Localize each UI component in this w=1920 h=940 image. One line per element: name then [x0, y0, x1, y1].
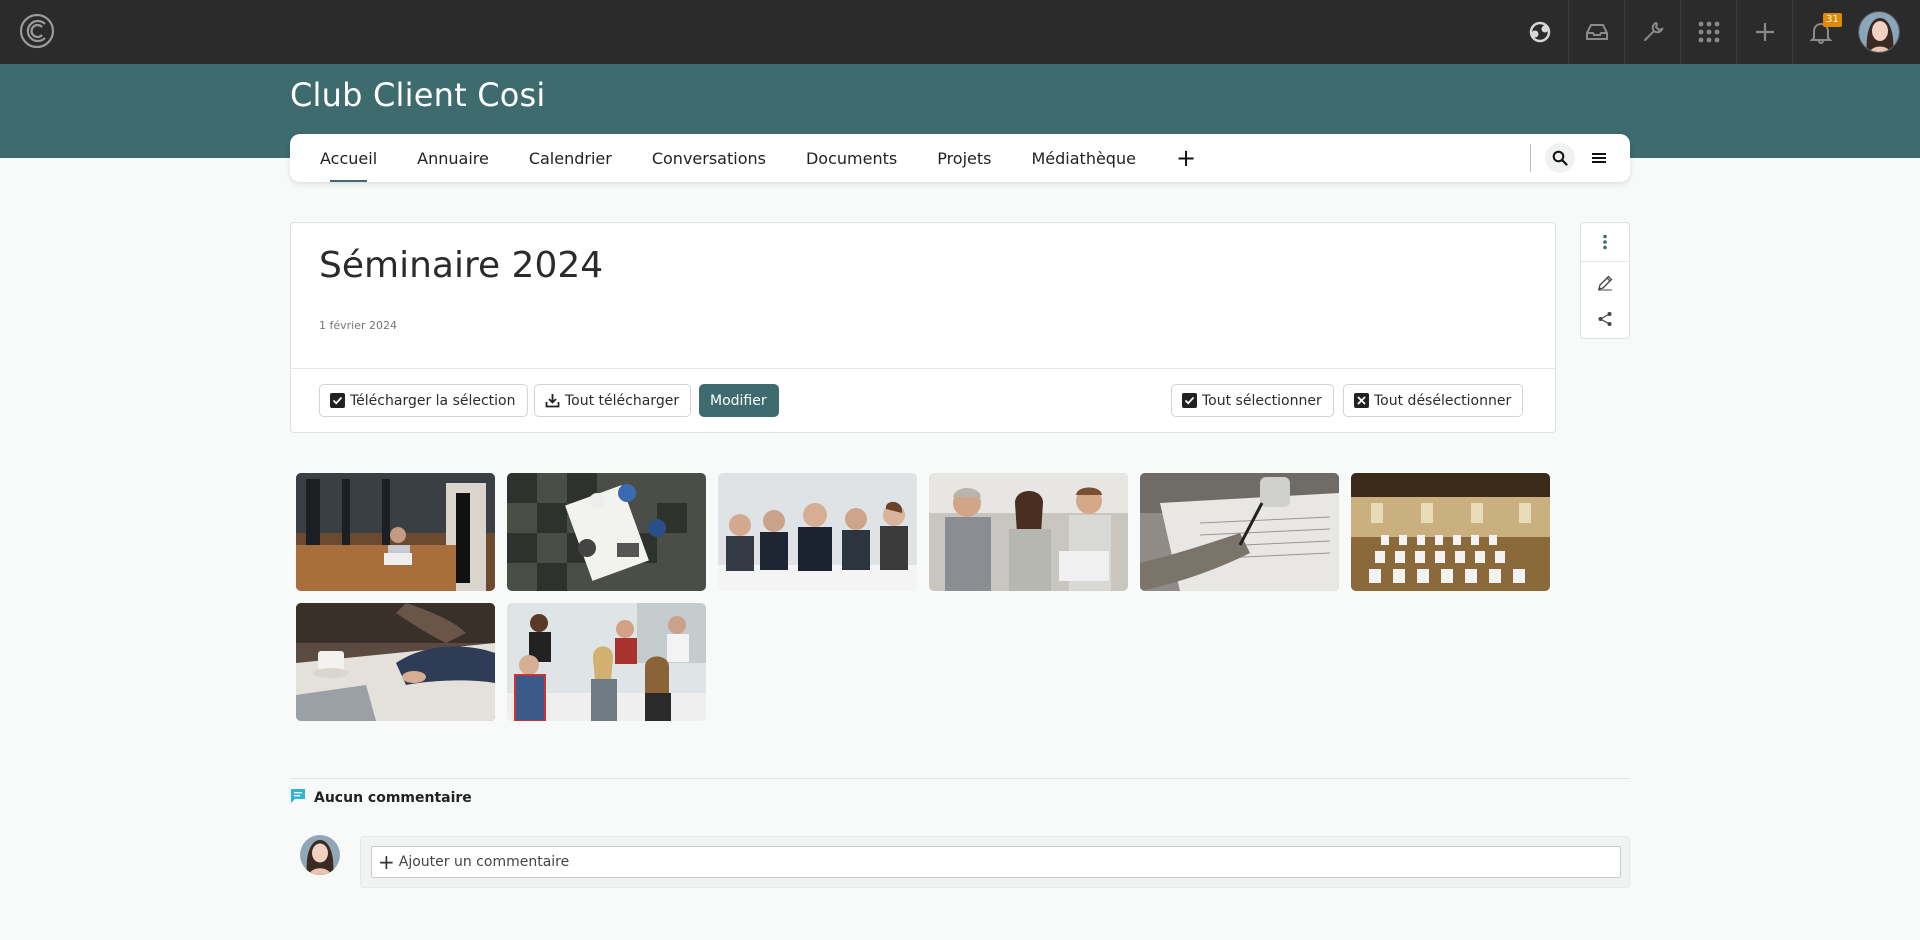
tab-documents[interactable]: Documents	[806, 134, 897, 182]
download-icon	[545, 393, 560, 408]
comments-header: Aucun commentaire	[290, 788, 472, 808]
woman-at-laptop-library-photo	[296, 473, 495, 591]
select-all-button[interactable]: Tout sélectionner	[1171, 384, 1334, 417]
comments-count-label: Aucun commentaire	[314, 790, 472, 806]
checkbox-checked-icon	[330, 393, 345, 408]
photo-thumbnail[interactable]	[1140, 473, 1339, 591]
photo-thumbnail[interactable]	[507, 603, 706, 721]
add-comment-input[interactable]: + Ajouter un commentaire	[371, 846, 1621, 878]
plus-icon: +	[378, 850, 395, 874]
conference-room-chairs-photo	[1351, 473, 1550, 591]
hands-laptop-coffee-photo	[296, 603, 495, 721]
more-options-icon[interactable]	[1581, 224, 1629, 260]
tab-accueil[interactable]: Accueil	[320, 134, 377, 182]
comment-bubble-icon	[290, 788, 306, 808]
casual-team-meeting-photo	[507, 603, 706, 721]
actions-divider	[1581, 261, 1629, 262]
tab-calendrier[interactable]: Calendrier	[529, 134, 612, 182]
overhead-meeting-table-photo	[507, 473, 706, 591]
comment-composer: + Ajouter un commentaire	[360, 836, 1630, 888]
photo-thumbnail[interactable]	[507, 473, 706, 591]
hand-writing-notes-photo	[1140, 473, 1339, 591]
nav-divider	[1530, 144, 1531, 172]
photo-thumbnail[interactable]	[296, 473, 495, 591]
button-label: Télécharger la sélection	[350, 392, 516, 409]
deselect-all-button[interactable]: Tout désélectionner	[1343, 384, 1524, 417]
photo-thumbnail[interactable]	[718, 473, 917, 591]
button-label: Tout télécharger	[565, 392, 680, 409]
space-navigation: Accueil Annuaire Calendrier Conversation…	[290, 134, 1630, 182]
users-sync-icon[interactable]	[1512, 0, 1568, 64]
photo-thumbnail[interactable]	[929, 473, 1128, 591]
checkbox-checked-icon	[1182, 393, 1197, 408]
tab-label: Documents	[805, 148, 898, 168]
checkbox-cross-icon	[1354, 393, 1369, 408]
edit-button[interactable]: Modifier	[699, 384, 779, 417]
add-tab-button[interactable]: +	[1176, 134, 1196, 182]
download-selection-button[interactable]: Télécharger la sélection	[319, 384, 528, 417]
tab-annuaire[interactable]: Annuaire	[417, 134, 489, 182]
colleagues-at-laptop-photo	[929, 473, 1128, 591]
apps-grid-icon[interactable]	[1680, 0, 1736, 64]
notification-badge: 31	[1823, 13, 1842, 27]
button-label: Tout sélectionner	[1202, 392, 1322, 409]
album-card: Séminaire 2024 1 février 2024 Télécharge…	[290, 222, 1556, 433]
comments-divider	[290, 778, 1630, 779]
current-user-avatar	[300, 835, 340, 875]
tab-label: Médiathèque	[1031, 148, 1136, 168]
album-title: Séminaire 2024	[319, 245, 604, 286]
share-icon[interactable]	[1581, 301, 1629, 337]
comment-placeholder: Ajouter un commentaire	[398, 854, 570, 870]
tab-label: Annuaire	[417, 148, 489, 168]
tab-label: Calendrier	[528, 148, 612, 168]
album-date: 1 février 2024	[319, 319, 398, 332]
user-avatar[interactable]	[1858, 11, 1900, 53]
edit-pencil-icon[interactable]	[1581, 265, 1629, 301]
tab-projets[interactable]: Projets	[937, 134, 991, 182]
hamburger-menu-icon[interactable]	[1584, 143, 1614, 173]
album-divider	[291, 368, 1555, 369]
plus-icon[interactable]	[1736, 0, 1792, 64]
album-actions	[1580, 222, 1630, 339]
bell-icon[interactable]: 31	[1792, 0, 1848, 64]
button-label: Modifier	[710, 392, 767, 409]
tab-mediatheque[interactable]: Médiathèque	[1031, 134, 1135, 182]
button-label: Tout désélectionner	[1374, 392, 1512, 409]
inbox-tray-icon[interactable]	[1568, 0, 1624, 64]
tab-conversations[interactable]: Conversations	[652, 134, 766, 182]
tab-label: Accueil	[320, 148, 378, 168]
wrench-icon[interactable]	[1624, 0, 1680, 64]
top-bar: 31	[0, 0, 1920, 64]
space-title: Club Client Cosi	[290, 76, 546, 114]
download-all-button[interactable]: Tout télécharger	[534, 384, 692, 417]
tab-label: Conversations	[651, 148, 766, 168]
search-icon[interactable]	[1545, 143, 1575, 173]
photo-thumbnail[interactable]	[296, 603, 495, 721]
app-logo[interactable]	[18, 12, 56, 50]
tab-label: Projets	[937, 148, 992, 168]
business-team-smiling-photo	[718, 473, 917, 591]
photo-thumbnail[interactable]	[1351, 473, 1550, 591]
